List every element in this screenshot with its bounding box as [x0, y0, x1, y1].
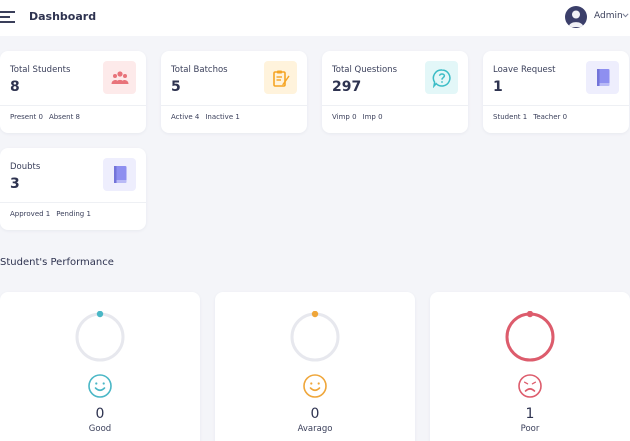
page-title: Dashboard [29, 10, 97, 23]
stat-absent: Absent 8 [48, 113, 80, 121]
performance-card-poor: 1 Poor [430, 292, 630, 441]
stat-footer: Student 1 Teacher 0 [493, 113, 573, 121]
section-title: Student's Performance [0, 257, 114, 268]
stat-approved: Approved 1 [10, 210, 51, 218]
stat-value: 3 [10, 176, 20, 192]
stat-footer: Approved 1 Pending 1 [10, 210, 97, 218]
stat-divider [483, 105, 629, 106]
stat-imp: Imp 0 [362, 113, 383, 121]
stat-card-leave-request[interactable]: Loave Request 1 Student 1 Teacher 0 [483, 51, 629, 133]
stat-footer: Active 4 Inactive 1 [171, 113, 246, 121]
performance-count: 0 [95, 406, 105, 422]
performance-count: 1 [525, 406, 535, 422]
question-bubble-icon [425, 61, 458, 94]
progress-ring [75, 311, 125, 362]
stat-value: 8 [10, 79, 20, 95]
stat-card-doubts[interactable]: Doubts 3 Approved 1 Pending 1 [0, 148, 146, 230]
frown-icon [518, 374, 542, 398]
stat-inactive: Inactive 1 [205, 113, 240, 121]
hamburger-menu-icon[interactable] [0, 11, 16, 23]
stat-footer: Vimp 0 Imp 0 [332, 113, 389, 121]
top-bar: Dashboard Admin [0, 0, 630, 36]
stat-divider [322, 105, 468, 106]
chevron-down-icon[interactable] [622, 13, 629, 18]
stat-label: Total Questions [332, 65, 397, 75]
stat-label: Total Students [10, 65, 71, 75]
students-icon [103, 61, 136, 94]
stat-card-total-batches[interactable]: Total Batchos 5 Active 4 Inactive 1 [161, 51, 307, 133]
user-name[interactable]: Admin [594, 11, 623, 21]
performance-label: Avarago [297, 424, 333, 434]
stat-divider [161, 105, 307, 106]
book-icon [586, 61, 619, 94]
stat-student: Student 1 [493, 113, 528, 121]
performance-label: Good [88, 424, 112, 434]
stat-vimp: Vimp 0 [332, 113, 357, 121]
stat-card-total-students[interactable]: Total Students 8 Present 0 Absent 8 [0, 51, 146, 133]
stat-footer: Present 0 Absent 8 [10, 113, 86, 121]
performance-card-good: 0 Good [0, 292, 200, 441]
stat-divider [0, 202, 146, 203]
smile-icon [303, 374, 327, 398]
stat-label: Doubts [10, 162, 41, 172]
stat-divider [0, 105, 146, 106]
stat-active: Active 4 [171, 113, 200, 121]
performance-card-average: 0 Avarago [215, 292, 415, 441]
progress-ring [290, 311, 340, 362]
stat-pending: Pending 1 [56, 210, 91, 218]
stat-present: Present 0 [10, 113, 43, 121]
progress-ring [505, 311, 555, 362]
stat-value: 5 [171, 79, 181, 95]
stat-teacher: Teacher 0 [533, 113, 568, 121]
stat-label: Total Batchos [171, 65, 228, 75]
performance-label: Poor [520, 424, 540, 434]
smile-icon [88, 374, 112, 398]
stat-label: Loave Request [493, 65, 556, 75]
stat-card-total-questions[interactable]: Total Questions 297 Vimp 0 Imp 0 [322, 51, 468, 133]
avatar[interactable] [565, 6, 587, 28]
performance-count: 0 [310, 406, 320, 422]
book-icon [103, 158, 136, 191]
clipboard-pencil-icon [264, 61, 297, 94]
stat-value: 297 [332, 79, 362, 95]
stat-value: 1 [493, 79, 503, 95]
